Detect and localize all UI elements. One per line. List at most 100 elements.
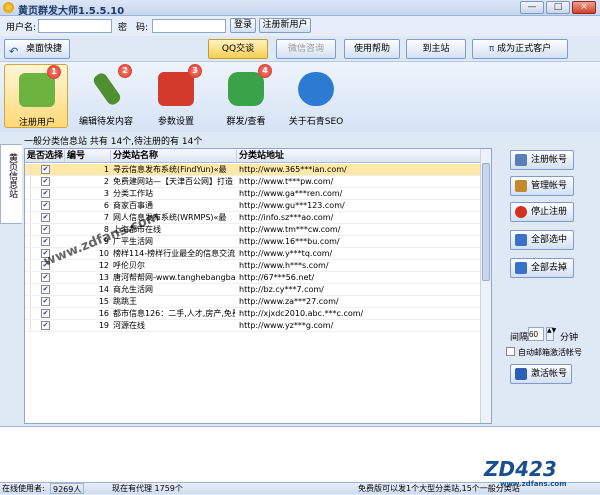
row-checkbox[interactable]: ✔ <box>41 285 50 294</box>
row-header <box>25 236 31 247</box>
username-input[interactable] <box>38 19 112 33</box>
row-checkbox[interactable]: ✔ <box>41 189 50 198</box>
row-site-url: http://info.sz***ao.com/ <box>239 213 334 222</box>
table-row[interactable]: ✔ 6 商家百事通 http://www.gu***123.com/ <box>25 200 481 212</box>
row-checkbox[interactable]: ✔ <box>41 165 50 174</box>
grid-scrollbar[interactable] <box>480 149 491 423</box>
pencil-icon <box>91 71 123 107</box>
register-account-button[interactable]: 注册帐号 <box>510 150 574 170</box>
row-checkbox[interactable]: ✔ <box>41 261 50 270</box>
row-checkbox[interactable]: ✔ <box>41 249 50 258</box>
row-site-name: 榜样114-榜样行业最全的信息交流 <box>113 249 235 258</box>
row-header <box>25 200 31 211</box>
activate-account-button[interactable]: 激活帐号 <box>510 364 572 384</box>
table-row[interactable]: ✔ 13 唐河帮帮网-www.tanghebangbang http://67***5… <box>25 272 481 284</box>
table-row[interactable]: ✔ 14 商允生活网 http://bz.cy***7.com/ <box>25 284 481 296</box>
status-bar: 在线使用者: 9269人 现在有代理 1759个 免费版可以发1个大型分类站,1… <box>0 482 600 494</box>
row-checkbox[interactable]: ✔ <box>41 309 50 318</box>
become-customer-button[interactable]: π 成为正式客户 <box>472 39 568 59</box>
table-row[interactable]: ✔ 19 河源在线 http://www.yz***g.com/ <box>25 320 481 332</box>
row-checkbox[interactable]: ✔ <box>41 321 50 330</box>
interval-label: 间隔 <box>510 333 529 343</box>
row-header <box>25 260 31 271</box>
col-number[interactable]: 编号 <box>65 150 111 162</box>
login-button[interactable]: 登录 <box>230 18 256 33</box>
table-row[interactable]: ✔ 7 网人信息发布系统(WRMPS)«最 http://info.sz***ao.c… <box>25 212 481 224</box>
globe-icon <box>298 72 334 106</box>
table-row[interactable]: ✔ 15 跳跳王 http://www.za***27.com/ <box>25 296 481 308</box>
side-tab-yellowpages[interactable]: 黄页信息站 <box>0 144 22 224</box>
row-checkbox[interactable]: ✔ <box>41 225 50 234</box>
table-row[interactable]: ✔ 3 分类工作站 http://www.ga***ren.com/ <box>25 188 481 200</box>
row-site-url: http://www.t***pw.com/ <box>239 177 334 186</box>
table-row[interactable]: ✔ 1 寻云信息发布系统(FindYun)«最 http://www.365***ia… <box>25 164 481 176</box>
tab-badge: 3 <box>188 64 202 78</box>
table-row[interactable]: ✔ 2 免费建网站—【天津百公网】打造 http://www.t***pw.com/ <box>25 176 481 188</box>
tab-label: 群发/查看 <box>226 117 266 127</box>
deselect-all-label: 全部去掉 <box>531 263 568 273</box>
register-user-button[interactable]: 注册新用户 <box>259 18 311 33</box>
row-checkbox[interactable]: ✔ <box>41 273 50 282</box>
help-button[interactable]: 使用帮助 <box>344 39 400 59</box>
table-row[interactable]: ✔ 10 榜样114-榜样行业最全的信息交流 http://www.y***tq.co… <box>25 248 481 260</box>
table-row[interactable]: ✔ 9 广平生活网 http://www.16***bu.com/ <box>25 236 481 248</box>
main-panel: 黄页信息站 一般分类信息站 共有 14个,待注册的有 14个 是否选择 编号 分… <box>0 132 600 426</box>
manage-account-button[interactable]: 管理帐号 <box>510 176 574 196</box>
row-checkbox[interactable]: ✔ <box>41 213 50 222</box>
grid-header: 是否选择 编号 分类站名称 分类站地址 <box>25 149 481 163</box>
auto-mail-checkbox[interactable] <box>506 347 515 356</box>
row-checkbox[interactable]: ✔ <box>41 237 50 246</box>
tab-register-user[interactable]: 1 注册用户 <box>4 64 68 128</box>
table-row[interactable]: ✔ 12 呼伦贝尔 http://www.h***s.com/ <box>25 260 481 272</box>
row-site-url: http://www.365***ian.com/ <box>239 165 347 174</box>
row-number: 7 <box>103 213 109 222</box>
tab-send-view[interactable]: 4 群发/查看 <box>214 64 278 128</box>
register-account-label: 注册帐号 <box>531 155 568 165</box>
tab-settings[interactable]: 3 参数设置 <box>144 64 208 128</box>
activate-icon <box>515 368 527 380</box>
deselect-all-button[interactable]: 全部去掉 <box>510 258 574 278</box>
login-bar: 用户名: 密 码: 登录 注册新用户 <box>0 16 600 36</box>
table-row[interactable]: ✔ 16 都市信息126：二手,人才,房产,免费 http://xjxdc2010.a… <box>25 308 481 320</box>
row-header <box>25 212 31 223</box>
scroll-thumb[interactable] <box>482 163 490 281</box>
stop-register-button[interactable]: 停止注册 <box>510 202 574 222</box>
row-header <box>25 320 31 331</box>
select-all-button[interactable]: 全部选中 <box>510 230 574 250</box>
col-site-url[interactable]: 分类站地址 <box>237 150 481 162</box>
minimize-button[interactable]: — <box>520 1 544 14</box>
col-site-name[interactable]: 分类站名称 <box>111 150 237 162</box>
toolbox-icon <box>158 72 194 106</box>
row-number: 13 <box>98 273 109 282</box>
qq-chat-button[interactable]: QQ交谈 <box>208 39 268 59</box>
row-site-name: 网人信息发布系统(WRMPS)«最 <box>113 213 227 222</box>
row-number: 3 <box>103 189 109 198</box>
col-select[interactable]: 是否选择 <box>25 150 65 162</box>
go-main-site-button[interactable]: 到主站 <box>406 39 466 59</box>
table-row[interactable]: ✔ 8 上海都市在线 http://www.tm***cw.com/ <box>25 224 481 236</box>
row-header <box>25 176 31 187</box>
desktop-shortcut-button[interactable]: ↶ 桌面快捷 <box>4 39 70 59</box>
row-site-name: 唐河帮帮网-www.tanghebangbang <box>113 273 235 282</box>
row-checkbox[interactable]: ✔ <box>41 177 50 186</box>
tab-about[interactable]: 关于石青SEO <box>284 64 348 128</box>
log-area[interactable] <box>0 426 600 482</box>
row-site-url: http://bz.cy***7.com/ <box>239 285 324 294</box>
close-button[interactable]: × <box>572 1 596 14</box>
interval-input[interactable] <box>528 327 544 341</box>
interval-spinner[interactable]: ▲▼ <box>546 327 556 341</box>
row-number: 14 <box>98 285 109 294</box>
chat-bubble-icon <box>228 72 264 106</box>
row-checkbox[interactable]: ✔ <box>41 297 50 306</box>
maximize-button[interactable]: □ <box>546 1 570 14</box>
tab-badge: 4 <box>258 64 272 78</box>
password-input[interactable] <box>152 19 226 33</box>
auto-mail-label: 自动邮箱激活帐号 <box>518 348 582 357</box>
row-number: 12 <box>98 261 109 270</box>
row-number: 2 <box>103 177 109 186</box>
row-site-url: http://www.h***s.com/ <box>239 261 329 270</box>
wechat-consult-button[interactable]: 微信咨询 <box>276 39 336 59</box>
tab-edit-content[interactable]: 2 编辑待发内容 <box>74 64 138 128</box>
row-checkbox[interactable]: ✔ <box>41 201 50 210</box>
manage-icon <box>515 180 527 192</box>
